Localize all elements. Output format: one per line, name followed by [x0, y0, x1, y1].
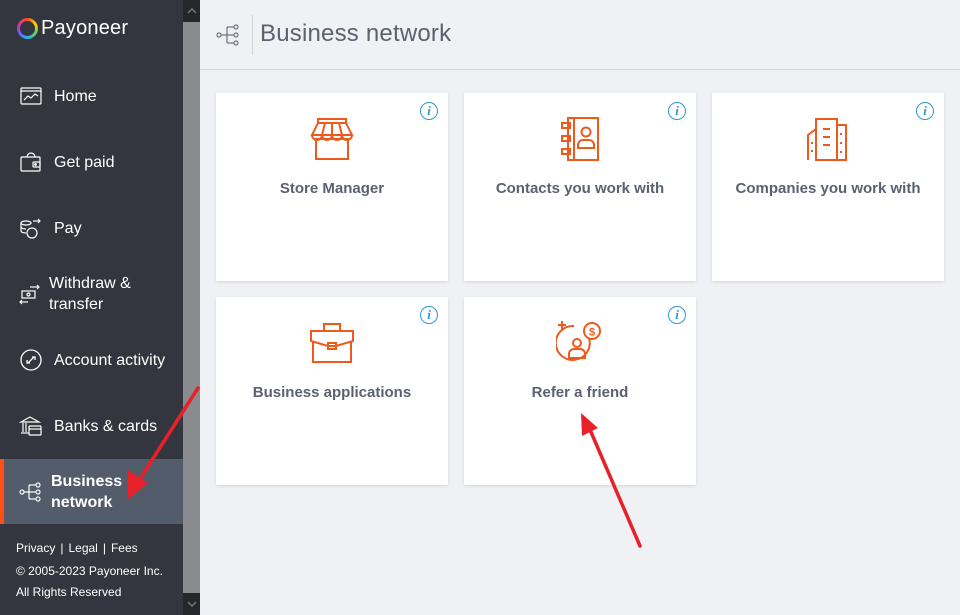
- address-book-icon: [556, 115, 604, 163]
- sidebar-scrollbar[interactable]: [183, 0, 200, 615]
- card-contacts[interactable]: i Contacts you work with: [464, 93, 696, 281]
- sidebar-item-label: Withdraw & transfer: [49, 275, 131, 313]
- sidebar: Payoneer Home Get paid Pay Withdraw & tr…: [0, 0, 183, 615]
- page-title: Business network: [260, 20, 452, 47]
- sidebar-item-business-network[interactable]: Business network: [0, 459, 183, 524]
- chevron-up-icon: [186, 7, 197, 14]
- card-title: Contacts you work with: [495, 180, 665, 197]
- sidebar-item-label: Get paid: [54, 153, 115, 171]
- privacy-link[interactable]: Privacy: [16, 541, 55, 555]
- logo-text: Payoneer: [41, 17, 129, 39]
- footer-links: Privacy | Legal | Fees: [16, 538, 171, 559]
- scroll-up-button[interactable]: [183, 0, 200, 22]
- fees-link[interactable]: Fees: [111, 541, 138, 555]
- sidebar-item-label: Account activity: [54, 351, 166, 369]
- sidebar-item-label: Home: [54, 87, 97, 105]
- header-divider: [252, 15, 253, 55]
- separator: |: [102, 541, 106, 555]
- copyright: © 2005-2023 Payoneer Inc. All Rights Res…: [16, 564, 163, 599]
- storefront-icon: [308, 115, 356, 163]
- sidebar-item-label: Pay: [54, 219, 82, 237]
- home-chart-icon: [19, 84, 43, 108]
- sidebar-item-home[interactable]: Home: [0, 74, 183, 118]
- briefcase-icon: [308, 319, 356, 367]
- scroll-down-button[interactable]: [183, 593, 200, 615]
- card-title: Refer a friend: [531, 384, 629, 401]
- network-icon: [216, 22, 242, 48]
- info-icon[interactable]: i: [668, 306, 686, 324]
- info-icon[interactable]: i: [916, 102, 934, 120]
- page-header: Business network: [200, 0, 960, 70]
- card-title: Store Manager: [279, 180, 385, 197]
- sidebar-footer: Privacy | Legal | Fees © 2005-2023 Payoneer …: [16, 538, 171, 603]
- card-business-applications[interactable]: i Business applications: [216, 297, 448, 485]
- legal-link[interactable]: Legal: [68, 541, 97, 555]
- card-companies[interactable]: i Companies you work with: [712, 93, 944, 281]
- cash-transfer-icon: [18, 282, 42, 306]
- buildings-icon: [804, 115, 852, 163]
- svg-text:$: $: [589, 327, 595, 339]
- refer-friend-icon: $: [556, 319, 604, 367]
- bank-card-icon: [19, 414, 43, 438]
- payoneer-logo[interactable]: Payoneer: [17, 17, 128, 40]
- logo-ring-icon: [17, 18, 38, 39]
- card-title: Companies you work with: [735, 180, 921, 197]
- sidebar-item-label: Banks & cards: [54, 417, 158, 435]
- chevron-down-icon: [186, 601, 197, 608]
- sidebar-item-account-activity[interactable]: Account activity: [0, 338, 183, 382]
- separator: |: [60, 541, 64, 555]
- wallet-icon: [19, 150, 43, 174]
- sidebar-item-get-paid[interactable]: Get paid: [0, 140, 183, 184]
- info-icon[interactable]: i: [420, 102, 438, 120]
- card-store-manager[interactable]: i Store Manager: [216, 93, 448, 281]
- card-title: Business applications: [252, 384, 412, 401]
- sidebar-item-label: Business network: [51, 472, 123, 511]
- sidebar-item-banks-cards[interactable]: Banks & cards: [0, 404, 183, 448]
- info-icon[interactable]: i: [420, 306, 438, 324]
- network-icon: [19, 480, 43, 504]
- activity-icon: [19, 348, 43, 372]
- card-refer-a-friend[interactable]: i $ Refer a friend: [464, 297, 696, 485]
- coins-arrow-icon: [19, 216, 43, 240]
- info-icon[interactable]: i: [668, 102, 686, 120]
- sidebar-item-withdraw-transfer[interactable]: Withdraw & transfer: [0, 272, 183, 316]
- sidebar-item-pay[interactable]: Pay: [0, 206, 183, 250]
